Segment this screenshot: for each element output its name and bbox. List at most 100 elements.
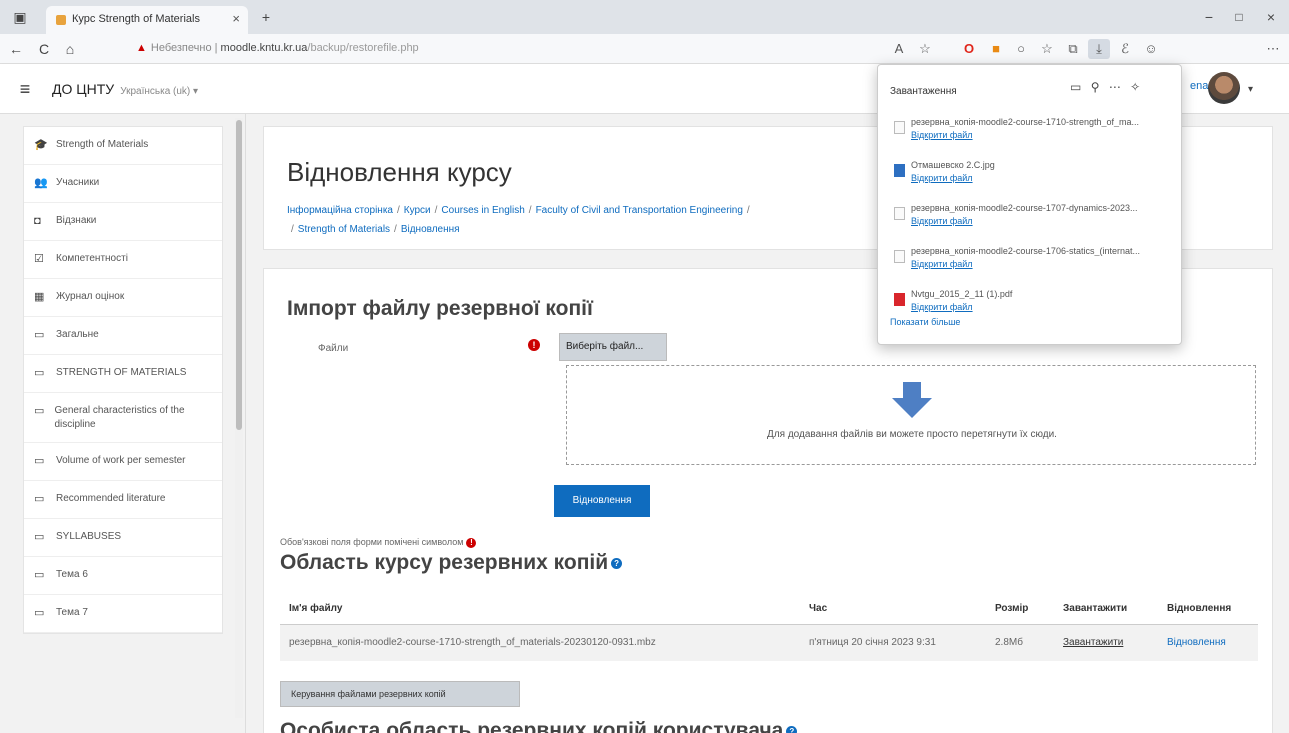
tab-close-icon[interactable]: × xyxy=(232,11,240,26)
backup-filename: резервна_копія-moodle2-course-1710-stren… xyxy=(280,624,800,661)
user-menu-caret-icon[interactable]: ▾ xyxy=(1248,84,1253,95)
orange-extension-icon[interactable]: ■ xyxy=(985,39,1007,59)
menu-toggle-icon[interactable]: ≡ xyxy=(10,74,40,104)
language-selector[interactable]: Українська (uk) ▾ xyxy=(120,86,198,97)
folder-icon: ▭ xyxy=(34,493,45,505)
open-file-link[interactable]: Відкрити файл xyxy=(911,259,973,269)
url-field[interactable]: ▲ Небезпечно | moodle.kntu.kr.ua/backup/r… xyxy=(136,37,876,61)
search-icon[interactable]: ⚲ xyxy=(1091,80,1100,94)
open-file-link[interactable]: Відкрити файл xyxy=(911,173,973,183)
read-aloud-icon[interactable]: A xyxy=(888,39,910,59)
profile-icon[interactable]: ☺ xyxy=(1140,39,1162,59)
sidebar-item-label: Журнал оцінок xyxy=(56,291,125,302)
sidebar-item-label: SYLLABUSES xyxy=(56,531,122,542)
restore-button[interactable]: Відновлення xyxy=(554,485,650,517)
column-header-time: Час xyxy=(800,591,986,625)
open-file-link[interactable]: Відкрити файл xyxy=(911,130,973,140)
table-icon: ▦ xyxy=(34,291,45,303)
folder-icon: ▭ xyxy=(34,569,45,581)
choose-file-button[interactable]: Виберіть файл... xyxy=(559,333,667,361)
download-item[interactable]: резервна_копія-moodle2-course-1707-dynam… xyxy=(878,195,1183,235)
sidebar-item[interactable]: ▭ Тема 7 xyxy=(24,595,222,633)
course-nav-list: 🎓 Strength of Materials 👥 Учасники ◘ Відзнаки… xyxy=(23,126,223,634)
breadcrumb-courses-english[interactable]: Courses in English xyxy=(441,205,524,216)
download-item[interactable]: резервна_копія-moodle2-course-1710-stren… xyxy=(878,109,1183,149)
required-icon: ! xyxy=(466,538,477,548)
site-brand[interactable]: ДО ЦНТУ Українська (uk) ▾ xyxy=(52,81,198,97)
sidebar-item[interactable]: ▭ Volume of work per semester xyxy=(24,443,222,481)
sidebar-item[interactable]: ▭ STRENGTH OF MATERIALS xyxy=(24,355,222,393)
performance-icon[interactable]: ℰ xyxy=(1114,39,1136,59)
manage-backup-files-button[interactable]: Керування файлами резервних копій xyxy=(280,681,520,707)
minimize-button[interactable]: − xyxy=(1196,4,1222,30)
sidebar-item[interactable]: ▭ SYLLABUSES xyxy=(24,519,222,557)
collections-icon[interactable]: ⧉ xyxy=(1062,39,1084,59)
sidebar-item[interactable]: ▭ Recommended literature xyxy=(24,481,222,519)
sidebar-item[interactable]: ▭ Загальне xyxy=(24,317,222,355)
sidebar-item[interactable]: ▦ Журнал оцінок xyxy=(24,279,222,317)
help-icon[interactable]: ? xyxy=(786,725,798,733)
drop-zone-text: Для додавання файлів ви можете просто пе… xyxy=(767,429,1057,440)
backup-files-table: Ім'я файлу Час Розмір Завантажити Віднов… xyxy=(280,591,1258,661)
opera-extension-icon[interactable]: O xyxy=(958,39,980,59)
open-file-link[interactable]: Відкрити файл xyxy=(911,302,973,312)
course-navigation-drawer: 🎓 Strength of Materials 👥 Учасники ◘ Відзнаки… xyxy=(0,114,246,733)
pdf-file-icon xyxy=(894,293,905,306)
sidebar-item[interactable]: ◘ Відзнаки xyxy=(24,203,222,241)
home-button[interactable]: ⌂ xyxy=(58,36,82,62)
more-options-icon[interactable]: ⋯ xyxy=(1109,80,1121,94)
sidebar-item-label: Strength of Materials xyxy=(56,139,149,150)
sidebar-item-label: Тема 7 xyxy=(56,607,88,618)
download-item[interactable]: резервна_копія-moodle2-course-1706-stati… xyxy=(878,238,1183,278)
close-window-button[interactable]: × xyxy=(1258,4,1284,30)
sidebar-item-label: STRENGTH OF MATERIALS xyxy=(56,367,187,378)
favorite-icon[interactable]: ☆ xyxy=(914,39,936,59)
sidebar-item[interactable]: ☑ Компетентності xyxy=(24,241,222,279)
site-name[interactable]: ДО ЦНТУ xyxy=(52,81,114,97)
sidebar-scrollbar-thumb[interactable] xyxy=(236,120,242,430)
sidebar-item[interactable]: ▭ Тема 6 xyxy=(24,557,222,595)
required-icon: ! xyxy=(528,339,540,351)
reload-button[interactable]: C xyxy=(32,36,56,62)
image-file-icon xyxy=(894,164,905,177)
breadcrumb-course[interactable]: Strength of Materials xyxy=(298,224,390,235)
pin-icon[interactable]: ✧ xyxy=(1130,80,1140,94)
download-arrow-icon xyxy=(892,382,932,418)
settings-more-icon[interactable]: ⋯ xyxy=(1262,39,1284,59)
browser-tab[interactable]: Курс Strength of Materials × xyxy=(46,6,248,34)
favorites-bar-icon[interactable]: ☆ xyxy=(1036,39,1058,59)
backup-size: 2.8Мб xyxy=(986,624,1054,661)
restore-link[interactable]: Відновлення xyxy=(1167,637,1226,648)
show-more-link[interactable]: Показати більше xyxy=(890,317,960,327)
files-label: Файли xyxy=(318,343,349,354)
sidebar-item-label: Тема 6 xyxy=(56,569,88,580)
download-item[interactable]: Nvtgu_2015_2_11 (1).pdf Відкрити файл xyxy=(878,281,1183,321)
open-folder-icon[interactable]: ▭ xyxy=(1070,80,1081,94)
sidebar-item[interactable]: 👥 Учасники xyxy=(24,165,222,203)
download-item[interactable]: Отмашевско 2.С.jpg Відкрити файл xyxy=(878,152,1183,192)
breadcrumb-courses[interactable]: Курси xyxy=(404,205,431,216)
file-drop-zone[interactable]: Для додавання файлів ви можете просто пе… xyxy=(566,365,1256,465)
extension-icon[interactable]: ○ xyxy=(1010,39,1032,59)
column-header-filename: Ім'я файлу xyxy=(280,591,800,625)
folder-icon: ▭ xyxy=(34,531,45,543)
sidebar-item-label: Учасники xyxy=(56,177,100,188)
url-path: /backup/restorefile.php xyxy=(307,42,419,54)
file-icon xyxy=(894,121,905,134)
table-row: резервна_копія-moodle2-course-1710-stren… xyxy=(280,624,1258,661)
download-link[interactable]: Завантажити xyxy=(1063,637,1123,648)
new-tab-button[interactable]: + xyxy=(254,4,278,30)
tab-actions-icon[interactable]: ▣ xyxy=(6,4,34,30)
breadcrumb-faculty[interactable]: Faculty of Civil and Transportation Engi… xyxy=(536,205,743,216)
sidebar-item[interactable]: 🎓 Strength of Materials xyxy=(24,127,222,165)
downloads-icon[interactable]: ⤓ xyxy=(1088,39,1110,59)
breadcrumb-restore[interactable]: Відновлення xyxy=(401,224,460,235)
breadcrumb-home[interactable]: Інформаційна сторінка xyxy=(287,205,393,216)
help-icon[interactable]: ? xyxy=(611,557,623,569)
back-button[interactable]: ← xyxy=(4,36,28,62)
avatar[interactable] xyxy=(1208,72,1240,104)
url-host: moodle.kntu.kr.ua xyxy=(220,42,308,54)
sidebar-item[interactable]: ▭ General characteristics of the discipli… xyxy=(24,393,222,443)
maximize-button[interactable]: □ xyxy=(1226,4,1252,30)
open-file-link[interactable]: Відкрити файл xyxy=(911,216,973,226)
